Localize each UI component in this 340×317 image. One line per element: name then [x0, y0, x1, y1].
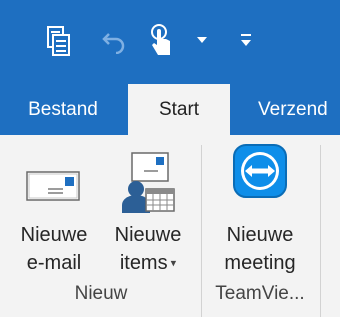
tab-start[interactable]: Start [128, 84, 230, 135]
ribbon-panel: Nieuwe e-mail Nieuwe items ▾ Nieuw Nieuw… [0, 135, 340, 317]
tab-verzend[interactable]: Verzend [240, 84, 340, 135]
group-label-nieuw: Nieuw [74, 283, 128, 304]
dropdown-arrow-icon[interactable] [194, 33, 210, 47]
send-receive-icon[interactable] [44, 24, 74, 58]
new-items-button[interactable]: Nieuwe items ▾ [102, 135, 194, 275]
new-email-label-1: Nieuwe [20, 224, 88, 246]
undo-icon[interactable] [100, 26, 128, 56]
new-items-label-text: items [119, 252, 168, 274]
new-meeting-button[interactable]: Nieuwe meeting [208, 135, 312, 275]
quick-access-toolbar [0, 0, 340, 84]
new-items-icon [122, 152, 175, 213]
group-separator [201, 145, 202, 317]
new-meeting-label-1: Nieuwe [226, 224, 294, 246]
chevron-down-icon: ▾ [167, 257, 177, 270]
new-items-label-2: items ▾ [102, 249, 194, 278]
new-meeting-label-2: meeting [224, 252, 296, 274]
new-items-label-1: Nieuwe [114, 224, 182, 246]
new-email-button[interactable]: Nieuwe e-mail [8, 135, 100, 275]
tab-bestand[interactable]: Bestand [0, 84, 126, 135]
ribbon-tabs: Bestand Start Verzend [0, 84, 340, 135]
touch-mode-icon[interactable] [146, 22, 176, 58]
email-icon [26, 171, 80, 201]
group-separator [320, 145, 321, 317]
teamviewer-icon [233, 144, 287, 198]
customize-toolbar-icon[interactable] [238, 31, 254, 49]
new-email-label-2: e-mail [26, 252, 82, 274]
group-label-teamviewer: TeamVie... [215, 283, 305, 304]
